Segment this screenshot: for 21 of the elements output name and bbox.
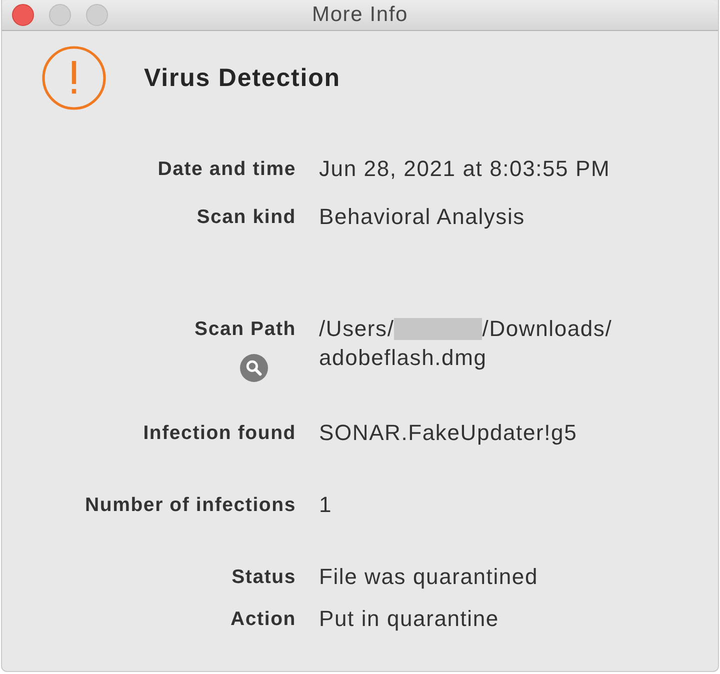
warning-icon [42, 46, 106, 110]
field-value: Jun 28, 2021 at 8:03:55 PM [319, 156, 610, 181]
file-name: adobeflash.dmg [319, 345, 488, 371]
field-label: Scan kind [196, 205, 296, 230]
field-label: Date and time [158, 157, 296, 182]
path-text: /Users/ [319, 316, 394, 342]
field-value: SONAR.FakeUpdater!g5 [319, 420, 578, 445]
field-label: Action [230, 607, 296, 632]
window-title: More Info [312, 3, 408, 27]
field-label: Number of infections [84, 493, 296, 518]
magnifier-icon[interactable] [240, 354, 268, 382]
field-label: Scan Path [194, 317, 296, 342]
field-label: Infection found [143, 421, 296, 446]
field-label: Status [232, 565, 296, 590]
field-value: Put in quarantine [319, 606, 499, 631]
path-text: /Downloads/ [482, 316, 612, 342]
field-value: 1 [319, 492, 332, 517]
field-value: File was quarantined [319, 564, 538, 589]
field-value: Behavioral Analysis [319, 204, 525, 229]
close-button[interactable] [12, 4, 34, 26]
alert-title: Virus Detection [144, 64, 340, 92]
